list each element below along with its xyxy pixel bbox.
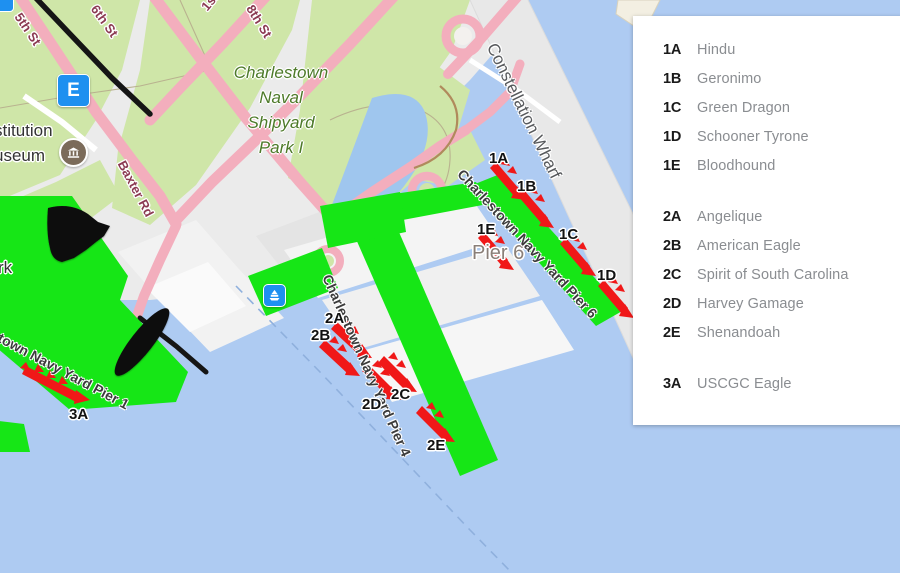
legend-code-2B: 2B: [663, 238, 682, 254]
legend-group-divider-2: [633, 354, 900, 376]
legend-row-1B[interactable]: 1B Geronimo: [633, 71, 900, 100]
map-screenshot: 5th St 6th St 1st Ave 8th St Baxter Rd C…: [0, 0, 900, 573]
legend-name-2A: Angelique: [697, 209, 763, 225]
legend-group-3: 3A USCGC Eagle: [633, 376, 900, 405]
legend-code-1E: 1E: [663, 158, 681, 174]
legend-row-1D[interactable]: 1D Schooner Tyrone: [633, 129, 900, 158]
legend-row-1A[interactable]: 1A Hindu: [633, 42, 900, 71]
legend-row-3A[interactable]: 3A USCGC Eagle: [633, 376, 900, 405]
legend-row-1C[interactable]: 1C Green Dragon: [633, 100, 900, 129]
legend-code-2E: 2E: [663, 325, 681, 341]
legend-row-2B[interactable]: 2B American Eagle: [633, 238, 900, 267]
legend-name-2C: Spirit of South Carolina: [697, 267, 849, 283]
legend-name-1D: Schooner Tyrone: [697, 129, 809, 145]
legend-code-1A: 1A: [663, 42, 682, 58]
legend-name-2B: American Eagle: [697, 238, 801, 254]
museum-icon-glyph: [67, 147, 80, 158]
corner-partial-marker: [0, 0, 14, 12]
legend-name-2E: Shenandoah: [697, 325, 781, 341]
legend-code-1C: 1C: [663, 100, 682, 116]
legend-row-2C[interactable]: 2C Spirit of South Carolina: [633, 267, 900, 296]
legend-row-1E[interactable]: 1E Bloodhound: [633, 158, 900, 187]
legend-group-1: 1A Hindu 1B Geronimo 1C Green Dragon 1D …: [633, 42, 900, 187]
legend-code-2A: 2A: [663, 209, 682, 225]
legend-name-2D: Harvey Gamage: [697, 296, 804, 312]
legend-row-2D[interactable]: 2D Harvey Gamage: [633, 296, 900, 325]
ferry-terminal-icon-glyph: [269, 289, 280, 301]
legend-code-2C: 2C: [663, 267, 682, 283]
transit-station-icon-glyph: E: [67, 80, 80, 101]
legend-name-1E: Bloodhound: [697, 158, 776, 174]
transit-station-icon[interactable]: E: [57, 74, 90, 107]
legend-name-3A: USCGC Eagle: [697, 376, 792, 392]
legend-row-2E[interactable]: 2E Shenandoah: [633, 325, 900, 354]
legend-name-1C: Green Dragon: [697, 100, 791, 116]
legend-group-2: 2A Angelique 2B American Eagle 2C Spirit…: [633, 209, 900, 354]
ferry-terminal-icon[interactable]: [263, 284, 286, 307]
legend-group-divider-1: [633, 187, 900, 209]
legend-code-1B: 1B: [663, 71, 682, 87]
legend-code-2D: 2D: [663, 296, 682, 312]
legend-name-1B: Geronimo: [697, 71, 762, 87]
legend-name-1A: Hindu: [697, 42, 736, 58]
legend-code-1D: 1D: [663, 129, 682, 145]
legend-row-2A[interactable]: 2A Angelique: [633, 209, 900, 238]
museum-icon[interactable]: [59, 138, 88, 167]
vessel-legend-panel: 1A Hindu 1B Geronimo 1C Green Dragon 1D …: [633, 16, 900, 425]
legend-code-3A: 3A: [663, 376, 682, 392]
